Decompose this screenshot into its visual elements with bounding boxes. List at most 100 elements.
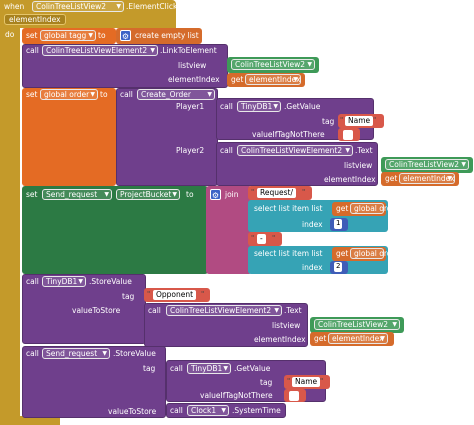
call-label: call [26,277,39,286]
tinydb-value: TinyDB1 [46,277,78,286]
global-order-value: global order [354,204,400,213]
dash-text-value[interactable]: - [257,234,266,244]
get-label: get [314,334,327,343]
chevron-down-icon: ▼ [90,91,95,98]
quote-right-icon: " [373,116,377,124]
name-text-value[interactable]: Name [292,377,321,387]
get-label: get [385,174,398,183]
quote-right-icon: " [320,377,324,385]
tinydb-dropdown[interactable]: TinyDB1 ▼ [42,276,86,287]
get-label: get [336,204,349,213]
tag-param-label: tag [143,364,156,373]
chevron-down-icon: ▼ [447,175,452,182]
event-component-value: ColinTreeListView2 [36,2,107,11]
set-global-order-block[interactable] [22,88,116,186]
procedure-dropdown[interactable]: Create_Order ▼ [137,89,215,100]
create-empty-list-label: create empty list [135,31,199,40]
index-number-value[interactable]: 1 [334,219,343,229]
project-bucket-dropdown[interactable]: ProjectBucket ▼ [116,189,180,200]
listview-param-label: listview [178,61,207,70]
call-label: call [120,90,133,99]
chevron-down-icon: ▼ [150,47,155,54]
call-label: call [220,102,233,111]
listview-component-value: ColinTreeListView2 [235,60,306,69]
element-index-dropdown[interactable]: elementIndex ▼ [328,333,388,344]
opponent-text-value[interactable]: Opponent [153,290,197,300]
chevron-down-icon: ▼ [104,191,109,198]
quote-right-icon: " [201,290,205,298]
global-tagg-dropdown[interactable]: global tagg ▼ [40,30,96,41]
empty-text-value[interactable] [289,391,299,401]
gear-icon[interactable]: ⚙ [120,30,131,41]
global-order-dropdown[interactable]: global order [350,248,399,259]
storevalue-label: .StoreValue [113,349,156,358]
send-request-dropdown[interactable]: Send_request ▼ [42,348,110,359]
clock-value: Clock1 [191,406,217,415]
procedure-value: Create_Order [141,90,191,99]
chevron-down-icon: ▼ [461,161,466,168]
do-label: do [5,30,15,39]
event-parameter[interactable]: elementIndex [4,14,66,25]
to-label: to [98,31,106,40]
global-order-dropdown[interactable]: global order [350,203,399,214]
get-label: get [336,249,349,258]
element-index-value: elementIndex [332,334,384,343]
index-number-value[interactable]: 2 [334,262,343,272]
text-property-label: .Text [284,306,302,315]
global-order-value: global order [354,249,400,258]
call-label: call [220,146,233,155]
tinydb-dropdown[interactable]: TinyDB1 ▼ [187,363,231,374]
empty-text-value[interactable] [343,130,353,140]
call-label: call [26,349,39,358]
get-label: get [231,75,244,84]
chevron-down-icon: ▼ [307,61,312,68]
listview-component-dropdown[interactable]: ColinTreeListView2 ▼ [314,319,400,330]
event-component-dropdown[interactable]: ColinTreeListView2 ▼ [32,1,124,12]
send-request-value: Send_request [46,190,98,199]
getvalue-label: .GetValue [234,364,271,373]
clock-dropdown[interactable]: Clock1 ▼ [187,405,229,416]
call-label: call [148,306,161,315]
method-label: .LinkToElement [160,46,217,55]
systemtime-label: .SystemTime [232,406,281,415]
listview-component-dropdown[interactable]: ColinTreeListView2 ▼ [231,59,315,70]
element-index-dropdown[interactable]: elementIndex ▼ [399,173,455,184]
element-index-param-label: elementIndex [324,175,376,184]
to-label: to [100,90,108,99]
index-label: index [302,220,323,229]
send-request-value: Send_request [46,349,98,358]
global-order-dropdown[interactable]: global order ▼ [40,89,98,100]
gear-icon[interactable]: ⚙ [210,189,221,200]
tag-param-label: tag [260,378,273,387]
element-index-dropdown[interactable]: elementIndex ▼ [245,74,301,85]
tag-param-label: tag [322,117,335,126]
when-label: when [4,2,25,11]
call-label: call [170,406,183,415]
quote-left-icon: " [147,290,151,298]
listview-element-dropdown[interactable]: ColinTreeListViewElement2 ▼ [237,145,353,156]
listview-component-dropdown[interactable]: ColinTreeListView2 ▼ [385,159,469,170]
request-text-value[interactable]: Request/ [257,188,296,198]
name-text-value[interactable]: Name [345,116,374,126]
chevron-down-icon: ▼ [78,278,83,285]
tinydb-dropdown[interactable]: TinyDB1 ▼ [237,101,281,112]
listview-element-dropdown[interactable]: ColinTreeListViewElement2 ▼ [42,45,158,56]
value-if-tag-label: valueIfTagNotThere [252,130,325,139]
listview-element-dropdown[interactable]: ColinTreeListViewElement2 ▼ [166,305,282,316]
chevron-down-icon: ▼ [293,76,298,83]
listview-element-value: ColinTreeListViewElement2 [241,146,343,155]
storevalue-label: .StoreValue [89,277,132,286]
quote-left-icon: " [251,188,255,196]
quote-right-icon: " [302,188,306,196]
quote-right-icon: " [272,234,276,242]
chevron-down-icon: ▼ [345,147,350,154]
set-label: set [26,90,38,99]
listview-element-value: ColinTreeListViewElement2 [46,46,148,55]
global-order-value: global order [44,90,90,99]
project-bucket-value: ProjectBucket [120,190,172,199]
listview-component-value: ColinTreeListView2 [318,320,389,329]
chevron-down-icon: ▼ [102,350,107,357]
chevron-down-icon: ▼ [88,32,93,39]
element-index-param-label: elementIndex [168,75,220,84]
send-request-dropdown[interactable]: Send_request ▼ [42,189,112,200]
